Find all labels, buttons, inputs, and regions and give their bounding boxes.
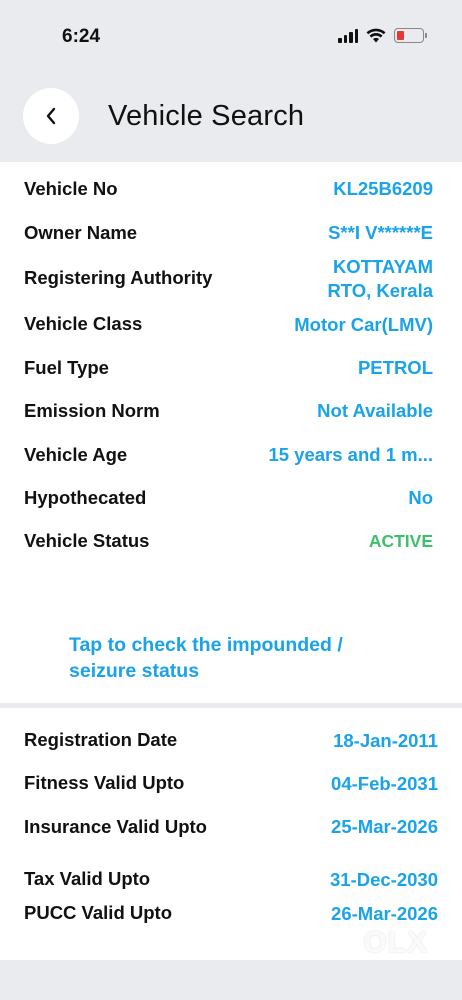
validity-label: Insurance Valid Upto bbox=[24, 816, 207, 837]
detail-value: No bbox=[408, 487, 433, 508]
impound-status-link[interactable]: Tap to check the impounded / seizure sta… bbox=[69, 632, 429, 684]
detail-value: 15 years and 1 m... bbox=[268, 444, 433, 465]
validity-label: Registration Date bbox=[24, 729, 178, 750]
app-header: Vehicle Search bbox=[0, 70, 462, 162]
page-title: Vehicle Search bbox=[108, 100, 305, 132]
status-icons bbox=[338, 28, 427, 43]
back-button[interactable] bbox=[23, 88, 79, 144]
validity-value: 26-Mar-2026 bbox=[331, 903, 438, 924]
impound-link-line2: seizure status bbox=[69, 660, 200, 682]
detail-value: Motor Car(LMV) bbox=[294, 314, 433, 335]
validity-label: Tax Valid Upto bbox=[24, 868, 151, 889]
olx-watermark: OLX bbox=[363, 926, 428, 959]
detail-value: S**I V******E bbox=[328, 222, 433, 243]
validity-value: 04-Feb-2031 bbox=[331, 773, 438, 794]
impound-link-line1: Tap to check the impounded / bbox=[69, 634, 343, 656]
detail-label: Vehicle No bbox=[24, 178, 118, 199]
detail-label: Owner Name bbox=[24, 222, 138, 243]
detail-value-line2: RTO, Kerala bbox=[327, 280, 433, 301]
status-time: 6:24 bbox=[62, 26, 101, 47]
validity-value: 25-Mar-2026 bbox=[331, 816, 438, 837]
validity-value: 31-Dec-2030 bbox=[330, 869, 438, 890]
validity-label: PUCC Valid Upto bbox=[24, 902, 173, 923]
detail-label: Vehicle Age bbox=[24, 444, 128, 465]
status-badge: ACTIVE bbox=[368, 531, 433, 551]
validity-value: 18-Jan-2011 bbox=[333, 730, 438, 751]
status-bar: 6:24 bbox=[0, 0, 462, 70]
detail-value: PETROL bbox=[357, 357, 433, 378]
wifi-icon bbox=[366, 28, 386, 43]
chevron-left-icon bbox=[46, 107, 56, 125]
detail-value: KL25B6209 bbox=[333, 178, 433, 199]
detail-label: Hypothecated bbox=[24, 487, 147, 508]
detail-label: Registering Authority bbox=[24, 267, 213, 288]
validity-label: Fitness Valid Upto bbox=[24, 772, 185, 793]
detail-value: Not Available bbox=[317, 400, 433, 421]
detail-value-line1: KOTTAYAM bbox=[332, 256, 433, 277]
battery-low-icon bbox=[394, 28, 427, 43]
detail-label: Emission Norm bbox=[24, 400, 160, 421]
detail-label: Vehicle Class bbox=[24, 313, 143, 334]
detail-label: Vehicle Status bbox=[24, 530, 150, 551]
signal-icon bbox=[338, 28, 358, 43]
detail-label: Fuel Type bbox=[24, 357, 109, 378]
